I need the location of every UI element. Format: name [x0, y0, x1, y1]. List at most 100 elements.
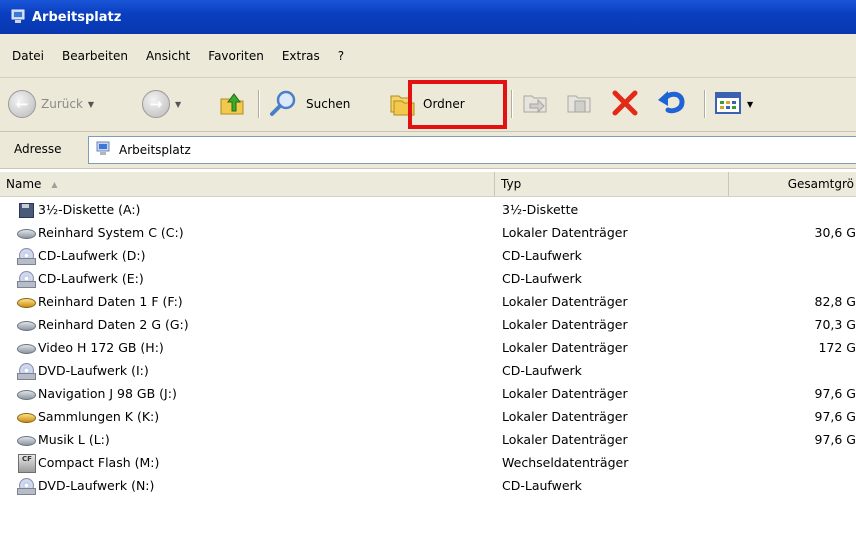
- column-header-size[interactable]: Gesamtgrö: [729, 172, 856, 196]
- views-button[interactable]: ▼: [714, 88, 753, 120]
- menu-help[interactable]: ?: [329, 46, 353, 66]
- list-header: Name ▲ Typ Gesamtgrö: [0, 172, 856, 197]
- item-size: 70,3 G: [814, 317, 856, 332]
- item-size: [740, 451, 856, 474]
- back-button[interactable]: ← Zurück ▼: [8, 88, 94, 120]
- list-item[interactable]: Reinhard Daten 1 F (F:) Lokaler Datenträ…: [0, 290, 856, 313]
- menu-extras[interactable]: Extras: [273, 46, 329, 66]
- delete-button[interactable]: [610, 88, 640, 120]
- cd-drive-icon: [16, 270, 36, 288]
- item-name: Video H 172 GB (H:): [38, 340, 164, 355]
- undo-button[interactable]: [656, 88, 688, 120]
- list-item[interactable]: Reinhard Daten 2 G (G:) Lokaler Datenträ…: [0, 313, 856, 336]
- shared-drive-icon: [16, 408, 36, 426]
- back-dropdown-icon[interactable]: ▼: [88, 100, 94, 109]
- menu-datei[interactable]: Datei: [0, 46, 53, 66]
- item-type: Lokaler Datenträger: [502, 317, 628, 332]
- forward-button[interactable]: → ▼: [142, 88, 181, 120]
- item-size: 82,8 G: [814, 294, 856, 309]
- item-size: [740, 244, 856, 267]
- copy-to-button[interactable]: [564, 88, 594, 120]
- column-size-label: Gesamtgrö: [787, 177, 854, 191]
- hard-drive-icon: [16, 431, 36, 449]
- item-name: Reinhard System C (C:): [38, 225, 184, 240]
- item-name: DVD-Laufwerk (N:): [38, 478, 155, 493]
- sort-ascending-icon: ▲: [51, 179, 58, 189]
- list-item[interactable]: DVD-Laufwerk (I:) CD-Laufwerk: [0, 359, 856, 382]
- item-name: Reinhard Daten 1 F (F:): [38, 294, 183, 309]
- column-name-label: Name: [6, 177, 42, 191]
- item-size: 172 G: [818, 340, 856, 355]
- list-item[interactable]: CD-Laufwerk (D:) CD-Laufwerk: [0, 244, 856, 267]
- list-item[interactable]: DVD-Laufwerk (N:) CD-Laufwerk: [0, 474, 856, 497]
- item-size: [740, 198, 856, 221]
- floppy-drive-icon: [16, 201, 36, 219]
- menu-bearbeiten[interactable]: Bearbeiten: [53, 46, 137, 66]
- column-header-name[interactable]: Name ▲: [0, 172, 495, 196]
- item-type: CD-Laufwerk: [502, 271, 582, 286]
- item-size: [740, 474, 856, 497]
- compact-flash-icon: [16, 453, 36, 473]
- address-label: Adresse: [14, 142, 62, 156]
- my-computer-icon: [10, 9, 26, 25]
- views-dropdown-icon[interactable]: ▼: [747, 100, 753, 109]
- item-type: Lokaler Datenträger: [502, 340, 628, 355]
- forward-arrow-icon: →: [142, 90, 170, 118]
- column-header-type[interactable]: Typ: [495, 172, 729, 196]
- list-item[interactable]: Navigation J 98 GB (J:) Lokaler Datenträ…: [0, 382, 856, 405]
- item-name: DVD-Laufwerk (I:): [38, 363, 149, 378]
- item-type: Lokaler Datenträger: [502, 225, 628, 240]
- item-size: [740, 359, 856, 382]
- dvd-drive-icon: [16, 362, 36, 380]
- undo-icon: [656, 88, 688, 121]
- views-icon: [714, 90, 742, 119]
- item-size: 97,6 G: [814, 386, 856, 401]
- item-type: Lokaler Datenträger: [502, 409, 628, 424]
- item-type: Lokaler Datenträger: [502, 386, 628, 401]
- list-item[interactable]: 3½-Diskette (A:) 3½-Diskette: [0, 198, 856, 221]
- title-bar: Arbeitsplatz: [0, 0, 856, 34]
- item-name: CD-Laufwerk (D:): [38, 248, 146, 263]
- copy-to-icon: [564, 88, 594, 121]
- item-size: 30,6 G: [814, 225, 856, 240]
- search-button[interactable]: Suchen: [268, 88, 350, 120]
- search-label: Suchen: [306, 97, 351, 111]
- window-title: Arbeitsplatz: [32, 9, 122, 25]
- item-type: Wechseldatenträger: [502, 455, 629, 470]
- list-item[interactable]: Musik L (L:) Lokaler Datenträger 97,6 G: [0, 428, 856, 451]
- folder-up-icon: [218, 89, 246, 120]
- move-to-button[interactable]: [520, 88, 550, 120]
- item-size: 97,6 G: [814, 432, 856, 447]
- column-type-label: Typ: [501, 177, 522, 191]
- item-name: Sammlungen K (K:): [38, 409, 160, 424]
- item-name: Compact Flash (M:): [38, 455, 160, 470]
- drive-list: 3½-Diskette (A:) 3½-Diskette Reinhard Sy…: [0, 198, 856, 497]
- list-item[interactable]: Sammlungen K (K:) Lokaler Datenträger 97…: [0, 405, 856, 428]
- up-button[interactable]: [218, 88, 246, 120]
- item-size: [740, 267, 856, 290]
- search-icon: [268, 88, 298, 121]
- item-type: CD-Laufwerk: [502, 478, 582, 493]
- menu-bar: Datei Bearbeiten Ansicht Favoriten Extra…: [0, 34, 856, 78]
- menu-ansicht[interactable]: Ansicht: [137, 46, 199, 66]
- list-item[interactable]: Video H 172 GB (H:) Lokaler Datenträger …: [0, 336, 856, 359]
- item-type: Lokaler Datenträger: [502, 432, 628, 447]
- hard-drive-icon: [16, 339, 36, 357]
- menu-favoriten[interactable]: Favoriten: [199, 46, 273, 66]
- list-item[interactable]: CD-Laufwerk (E:) CD-Laufwerk: [0, 267, 856, 290]
- address-bar: Adresse Arbeitsplatz: [0, 132, 856, 169]
- item-name: CD-Laufwerk (E:): [38, 271, 144, 286]
- item-type: CD-Laufwerk: [502, 248, 582, 263]
- item-name: Reinhard Daten 2 G (G:): [38, 317, 189, 332]
- item-size: 97,6 G: [814, 409, 856, 424]
- list-item[interactable]: Compact Flash (M:) Wechseldatenträger: [0, 451, 856, 474]
- item-type: CD-Laufwerk: [502, 363, 582, 378]
- cd-drive-icon: [16, 247, 36, 265]
- forward-dropdown-icon[interactable]: ▼: [175, 100, 181, 109]
- back-arrow-icon: ←: [8, 90, 36, 118]
- my-computer-small-icon: [95, 141, 111, 160]
- back-label: Zurück: [41, 97, 83, 111]
- address-input[interactable]: Arbeitsplatz: [88, 136, 856, 164]
- list-item[interactable]: Reinhard System C (C:) Lokaler Datenträg…: [0, 221, 856, 244]
- item-name: Musik L (L:): [38, 432, 110, 447]
